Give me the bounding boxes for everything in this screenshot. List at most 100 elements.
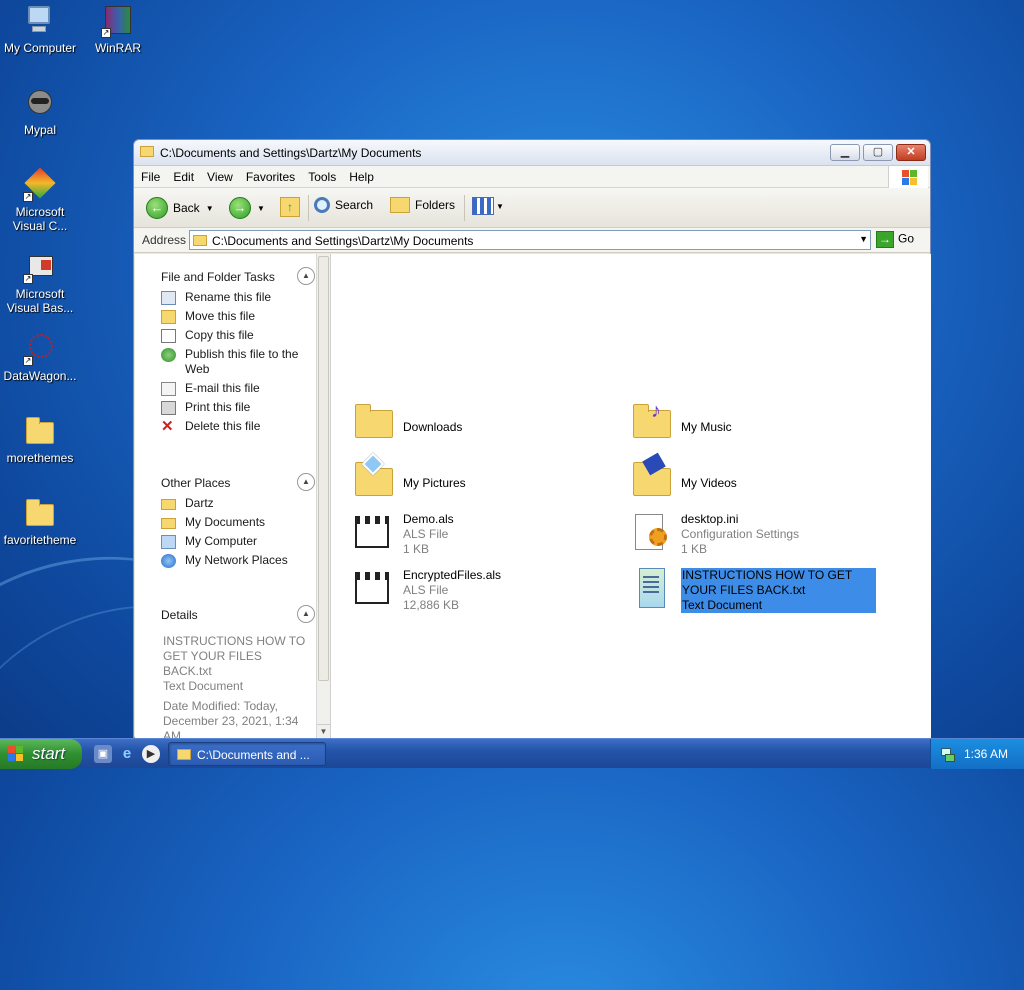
views-button[interactable]: ▼ <box>472 197 504 219</box>
folders-button[interactable]: Folders <box>390 197 455 219</box>
taskbar-item-explorer[interactable]: C:\Documents and ... <box>168 742 326 766</box>
delete-x-icon: ✕ <box>161 418 174 435</box>
window-title: C:\Documents and Settings\Dartz\My Docum… <box>160 146 422 160</box>
file-item-desktop-ini[interactable]: desktop.ini Configuration Settings 1 KB <box>631 512 891 566</box>
views-grid-icon <box>472 197 494 215</box>
place-my-computer[interactable]: My Computer <box>135 532 317 551</box>
desktop-icon-label: morethemes <box>6 451 74 465</box>
go-button[interactable]: → Go <box>876 231 914 248</box>
email-icon <box>161 382 176 396</box>
task-pane-scrollbar[interactable]: ▼ <box>316 254 330 738</box>
address-value: C:\Documents and Settings\Dartz\My Docum… <box>212 234 474 248</box>
task-pane: File and Folder Tasks ▲ Rename this file… <box>135 254 331 738</box>
internet-explorer-icon[interactable]: e <box>118 745 136 763</box>
file-item-my-music[interactable]: ♪ My Music <box>631 400 891 454</box>
collapse-icon[interactable]: ▲ <box>297 605 315 623</box>
folder-icon <box>23 414 57 448</box>
desktop-icon-visual-c[interactable]: ↗ Microsoft Visual C... <box>0 167 80 233</box>
move-icon <box>161 310 176 324</box>
menu-edit[interactable]: Edit <box>166 166 200 184</box>
section-header[interactable]: File and Folder Tasks ▲ <box>135 262 317 288</box>
winrar-icon: ↗ <box>101 4 135 38</box>
search-button[interactable]: Search <box>314 197 373 219</box>
task-copy[interactable]: Copy this file <box>135 326 317 345</box>
menu-favorites[interactable]: Favorites <box>239 166 301 184</box>
videos-folder-icon <box>631 452 675 500</box>
toolbar: ← Back ▼ → ▼ ↑ Search Folders ▼ <box>134 188 930 228</box>
collapse-icon[interactable]: ▲ <box>297 473 315 491</box>
windows-logo-icon <box>888 166 928 188</box>
section-header[interactable]: Other Places ▲ <box>135 468 317 494</box>
folder-icon <box>193 235 207 246</box>
task-email[interactable]: E-mail this file <box>135 379 317 398</box>
media-player-icon[interactable]: ▶ <box>142 745 160 763</box>
title-bar[interactable]: C:\Documents and Settings\Dartz\My Docum… <box>134 140 930 166</box>
place-my-network-places[interactable]: My Network Places <box>135 551 317 570</box>
back-button[interactable]: ← Back ▼ <box>146 197 214 219</box>
desktop-icon-my-computer[interactable]: My Computer <box>0 4 80 55</box>
menu-tools[interactable]: Tools <box>301 166 342 184</box>
address-input[interactable]: C:\Documents and Settings\Dartz\My Docum… <box>189 230 871 250</box>
desktop-icon-favoritetheme[interactable]: favoritetheme <box>0 496 80 547</box>
task-publish[interactable]: Publish this file to the Web <box>135 345 317 379</box>
file-item-my-videos[interactable]: My Videos <box>631 452 891 510</box>
menu-file[interactable]: File <box>134 166 166 184</box>
network-tray-icon[interactable] <box>939 746 955 762</box>
file-item-downloads[interactable]: Downloads <box>353 400 613 454</box>
close-button[interactable]: ✕ <box>896 144 926 161</box>
menu-help[interactable]: Help <box>342 166 380 184</box>
place-my-documents[interactable]: My Documents <box>135 513 317 532</box>
collapse-icon[interactable]: ▲ <box>297 267 315 285</box>
task-delete[interactable]: ✕ Delete this file <box>135 417 317 436</box>
globe-icon <box>161 348 176 362</box>
menu-view[interactable]: View <box>200 166 239 184</box>
show-desktop-icon[interactable]: ▣ <box>94 745 112 763</box>
computer-icon <box>161 535 176 549</box>
clock[interactable]: 1:36 AM <box>964 747 1008 761</box>
file-item-demo-als[interactable]: Demo.als ALS File 1 KB <box>353 512 613 566</box>
address-label: Address <box>142 233 187 247</box>
desktop-icon-datawagon[interactable]: ↗ DataWagon... <box>0 332 80 383</box>
desktop-icon-mypal[interactable]: Mypal <box>0 86 80 137</box>
file-item-instructions-txt[interactable]: INSTRUCTIONS HOW TO GET YOUR FILES BACK.… <box>631 568 891 622</box>
desktop-icon-morethemes[interactable]: morethemes <box>0 414 80 465</box>
desktop-icon-label: WinRAR <box>94 41 141 55</box>
file-item-my-pictures[interactable]: My Pictures <box>353 452 613 510</box>
music-folder-icon: ♪ <box>631 400 675 444</box>
taskbar: start ▣ e ▶ C:\Documents and ... 1:36 AM <box>0 738 1024 769</box>
forward-button[interactable]: → ▼ <box>229 197 265 219</box>
network-icon <box>161 554 176 568</box>
place-dartz[interactable]: Dartz <box>135 494 317 513</box>
desktop-icon-winrar[interactable]: ↗ WinRAR <box>78 4 158 55</box>
task-rename[interactable]: Rename this file <box>135 288 317 307</box>
pictures-folder-icon <box>353 452 397 500</box>
scrollbar-thumb[interactable] <box>318 256 329 681</box>
raccoon-icon <box>23 86 57 120</box>
start-button[interactable]: start <box>0 739 82 769</box>
windows-flag-icon <box>8 746 24 762</box>
config-gear-icon <box>631 512 675 556</box>
file-list: Downloads ♪ My Music My Pictures My Vide… <box>331 254 931 738</box>
minimize-button[interactable]: ▁ <box>830 144 860 161</box>
file-item-encryptedfiles-als[interactable]: EncryptedFiles.als ALS File 12,886 KB <box>353 568 613 622</box>
up-folder-button[interactable]: ↑ <box>280 197 300 219</box>
folder-icon <box>161 499 176 510</box>
section-header[interactable]: Details ▲ <box>135 600 317 626</box>
scroll-down-icon[interactable]: ▼ <box>317 724 330 738</box>
chevron-down-icon: ▼ <box>496 201 504 211</box>
desktop-icon-visual-basic[interactable]: ↗ Microsoft Visual Bas... <box>0 250 80 315</box>
task-print[interactable]: Print this file <box>135 398 317 417</box>
chevron-down-icon[interactable]: ▼ <box>859 234 868 244</box>
details-section: Details ▲ INSTRUCTIONS HOW TO GET YOUR F… <box>135 600 317 738</box>
details-modified: Date Modified: Today, December 23, 2021,… <box>163 699 299 738</box>
file-folder-tasks-section: File and Folder Tasks ▲ Rename this file… <box>135 262 317 436</box>
system-tray: 1:36 AM <box>930 739 1024 769</box>
shortcut-arrow-icon: ↗ <box>23 192 33 202</box>
task-move[interactable]: Move this file <box>135 307 317 326</box>
folder-icon <box>177 749 191 760</box>
folder-icon <box>161 518 176 529</box>
desktop-icon-label: favoritetheme <box>3 533 77 547</box>
forward-arrow-icon: → <box>229 197 251 219</box>
clapperboard-icon <box>353 568 397 612</box>
maximize-button[interactable]: ▢ <box>863 144 893 161</box>
